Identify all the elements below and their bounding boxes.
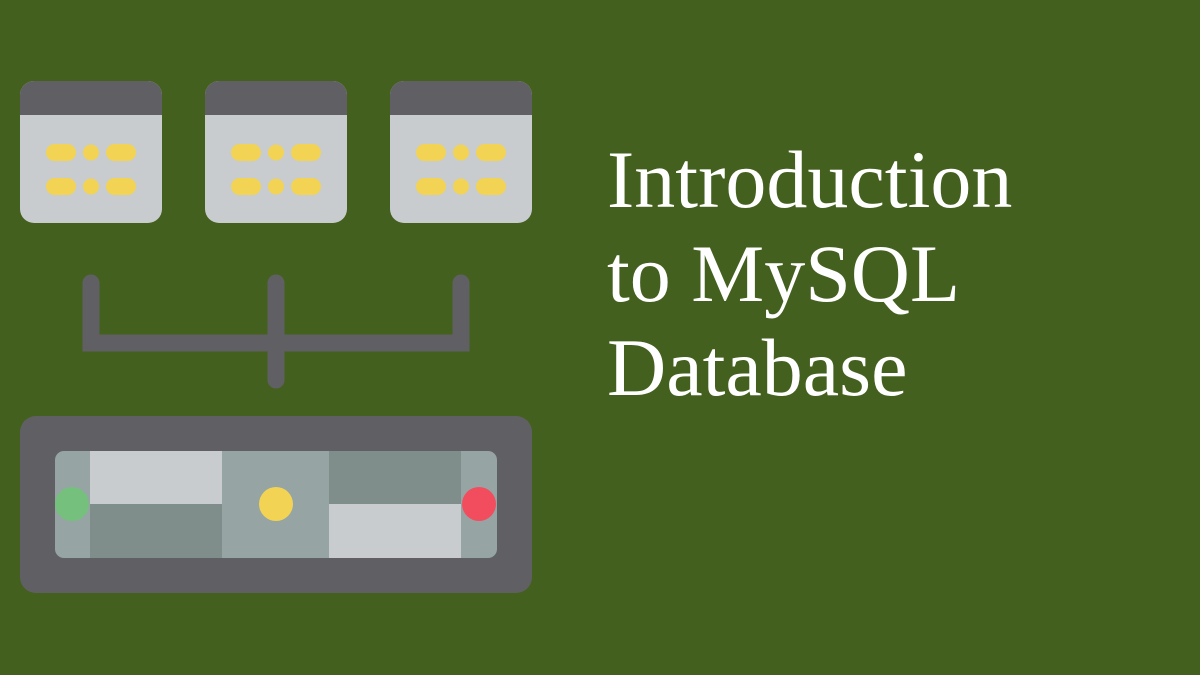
status-light-yellow (259, 487, 293, 521)
storage-unit (20, 416, 532, 593)
page-title: Introduction to MySQL Database (607, 133, 1187, 415)
server-box-1 (20, 81, 162, 223)
status-light-red (462, 487, 496, 521)
title-line-3: Database (607, 322, 908, 413)
database-server-illustration (20, 81, 532, 593)
server-box-2 (205, 81, 347, 223)
connector-lines (82, 274, 470, 389)
server-box-3 (390, 81, 532, 223)
title-line-1: Introduction (607, 134, 1013, 225)
title-line-2: to MySQL (607, 228, 961, 319)
status-light-green (55, 487, 89, 521)
